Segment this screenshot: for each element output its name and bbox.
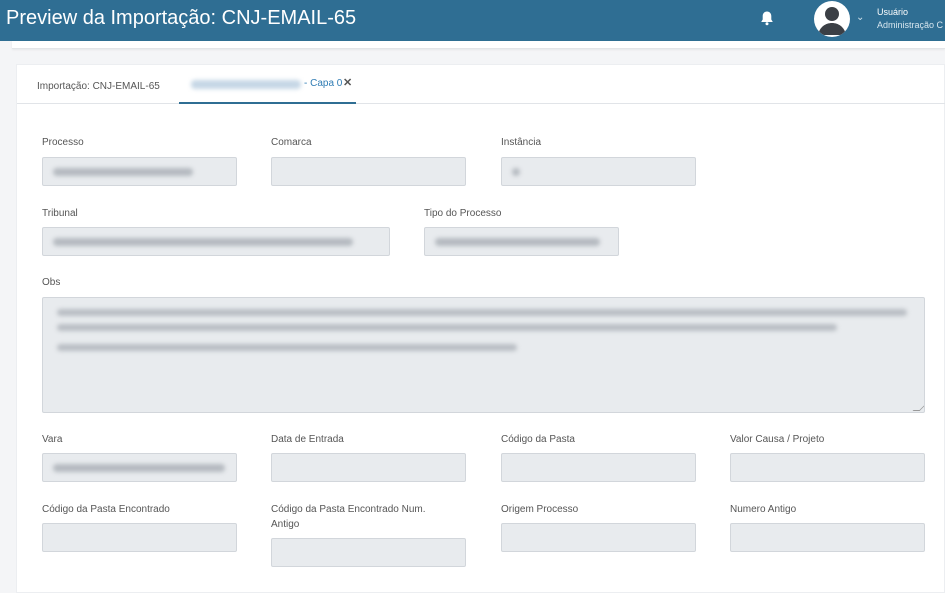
instancia-field[interactable]	[501, 157, 696, 186]
codigo-pasta-field[interactable]	[501, 453, 696, 482]
valor-causa-label: Valor Causa / Projeto	[730, 434, 825, 445]
codigo-pasta-encontrado-num-field[interactable]	[271, 538, 466, 567]
codigo-pasta-encontrado-num-label-line1: Código da Pasta Encontrado Num.	[271, 504, 426, 515]
origem-processo-field[interactable]	[501, 523, 696, 552]
user-name[interactable]: Usuário	[877, 7, 908, 17]
comarca-label: Comarca	[271, 137, 312, 148]
page-title: Preview da Importação: CNJ-EMAIL-65	[6, 7, 357, 29]
obs-textarea[interactable]	[42, 297, 925, 413]
vara-field[interactable]	[42, 453, 237, 482]
tab-capa[interactable]: - Capa 0 ✕	[179, 73, 356, 104]
tab-importacao[interactable]: Importação: CNJ-EMAIL-65	[37, 81, 160, 92]
import-preview-card: Importação: CNJ-EMAIL-65 - Capa 0 ✕ Proc…	[16, 64, 945, 593]
tipo-processo-field[interactable]	[424, 227, 619, 256]
chevron-down-icon[interactable]: ⌄	[856, 12, 864, 23]
tribunal-field[interactable]	[42, 227, 390, 256]
close-icon[interactable]: ✕	[343, 76, 352, 89]
bell-icon[interactable]	[760, 10, 774, 26]
codigo-pasta-encontrado-field[interactable]	[42, 523, 237, 552]
comarca-field[interactable]	[271, 157, 466, 186]
origem-processo-label: Origem Processo	[501, 504, 579, 515]
valor-causa-field[interactable]	[730, 453, 925, 482]
data-entrada-label: Data de Entrada	[271, 434, 344, 445]
codigo-pasta-encontrado-num-label-line2: Antigo	[271, 519, 300, 530]
tab-capa-label: - Capa 0	[304, 78, 343, 89]
redacted-tab-text	[191, 80, 301, 89]
toolbar-strip	[12, 41, 945, 49]
numero-antigo-field[interactable]	[730, 523, 925, 552]
avatar[interactable]	[814, 1, 850, 37]
tipo-processo-label: Tipo do Processo	[424, 208, 502, 219]
numero-antigo-label: Numero Antigo	[730, 504, 797, 515]
codigo-pasta-label: Código da Pasta	[501, 434, 575, 445]
user-role: Administração C	[877, 20, 944, 30]
processo-label: Processo	[42, 137, 84, 148]
processo-field[interactable]	[42, 157, 237, 186]
tab-bar: Importação: CNJ-EMAIL-65 - Capa 0 ✕	[17, 65, 945, 104]
tribunal-label: Tribunal	[42, 208, 78, 219]
vara-label: Vara	[42, 434, 63, 445]
codigo-pasta-encontrado-label: Código da Pasta Encontrado	[42, 504, 170, 515]
instancia-label: Instância	[501, 137, 542, 148]
avatar-icon	[818, 7, 846, 35]
obs-label: Obs	[42, 277, 61, 288]
top-header: Preview da Importação: CNJ-EMAIL-65 ⌄ Us…	[0, 0, 945, 41]
resize-handle[interactable]	[912, 404, 924, 411]
data-entrada-field[interactable]	[271, 453, 466, 482]
